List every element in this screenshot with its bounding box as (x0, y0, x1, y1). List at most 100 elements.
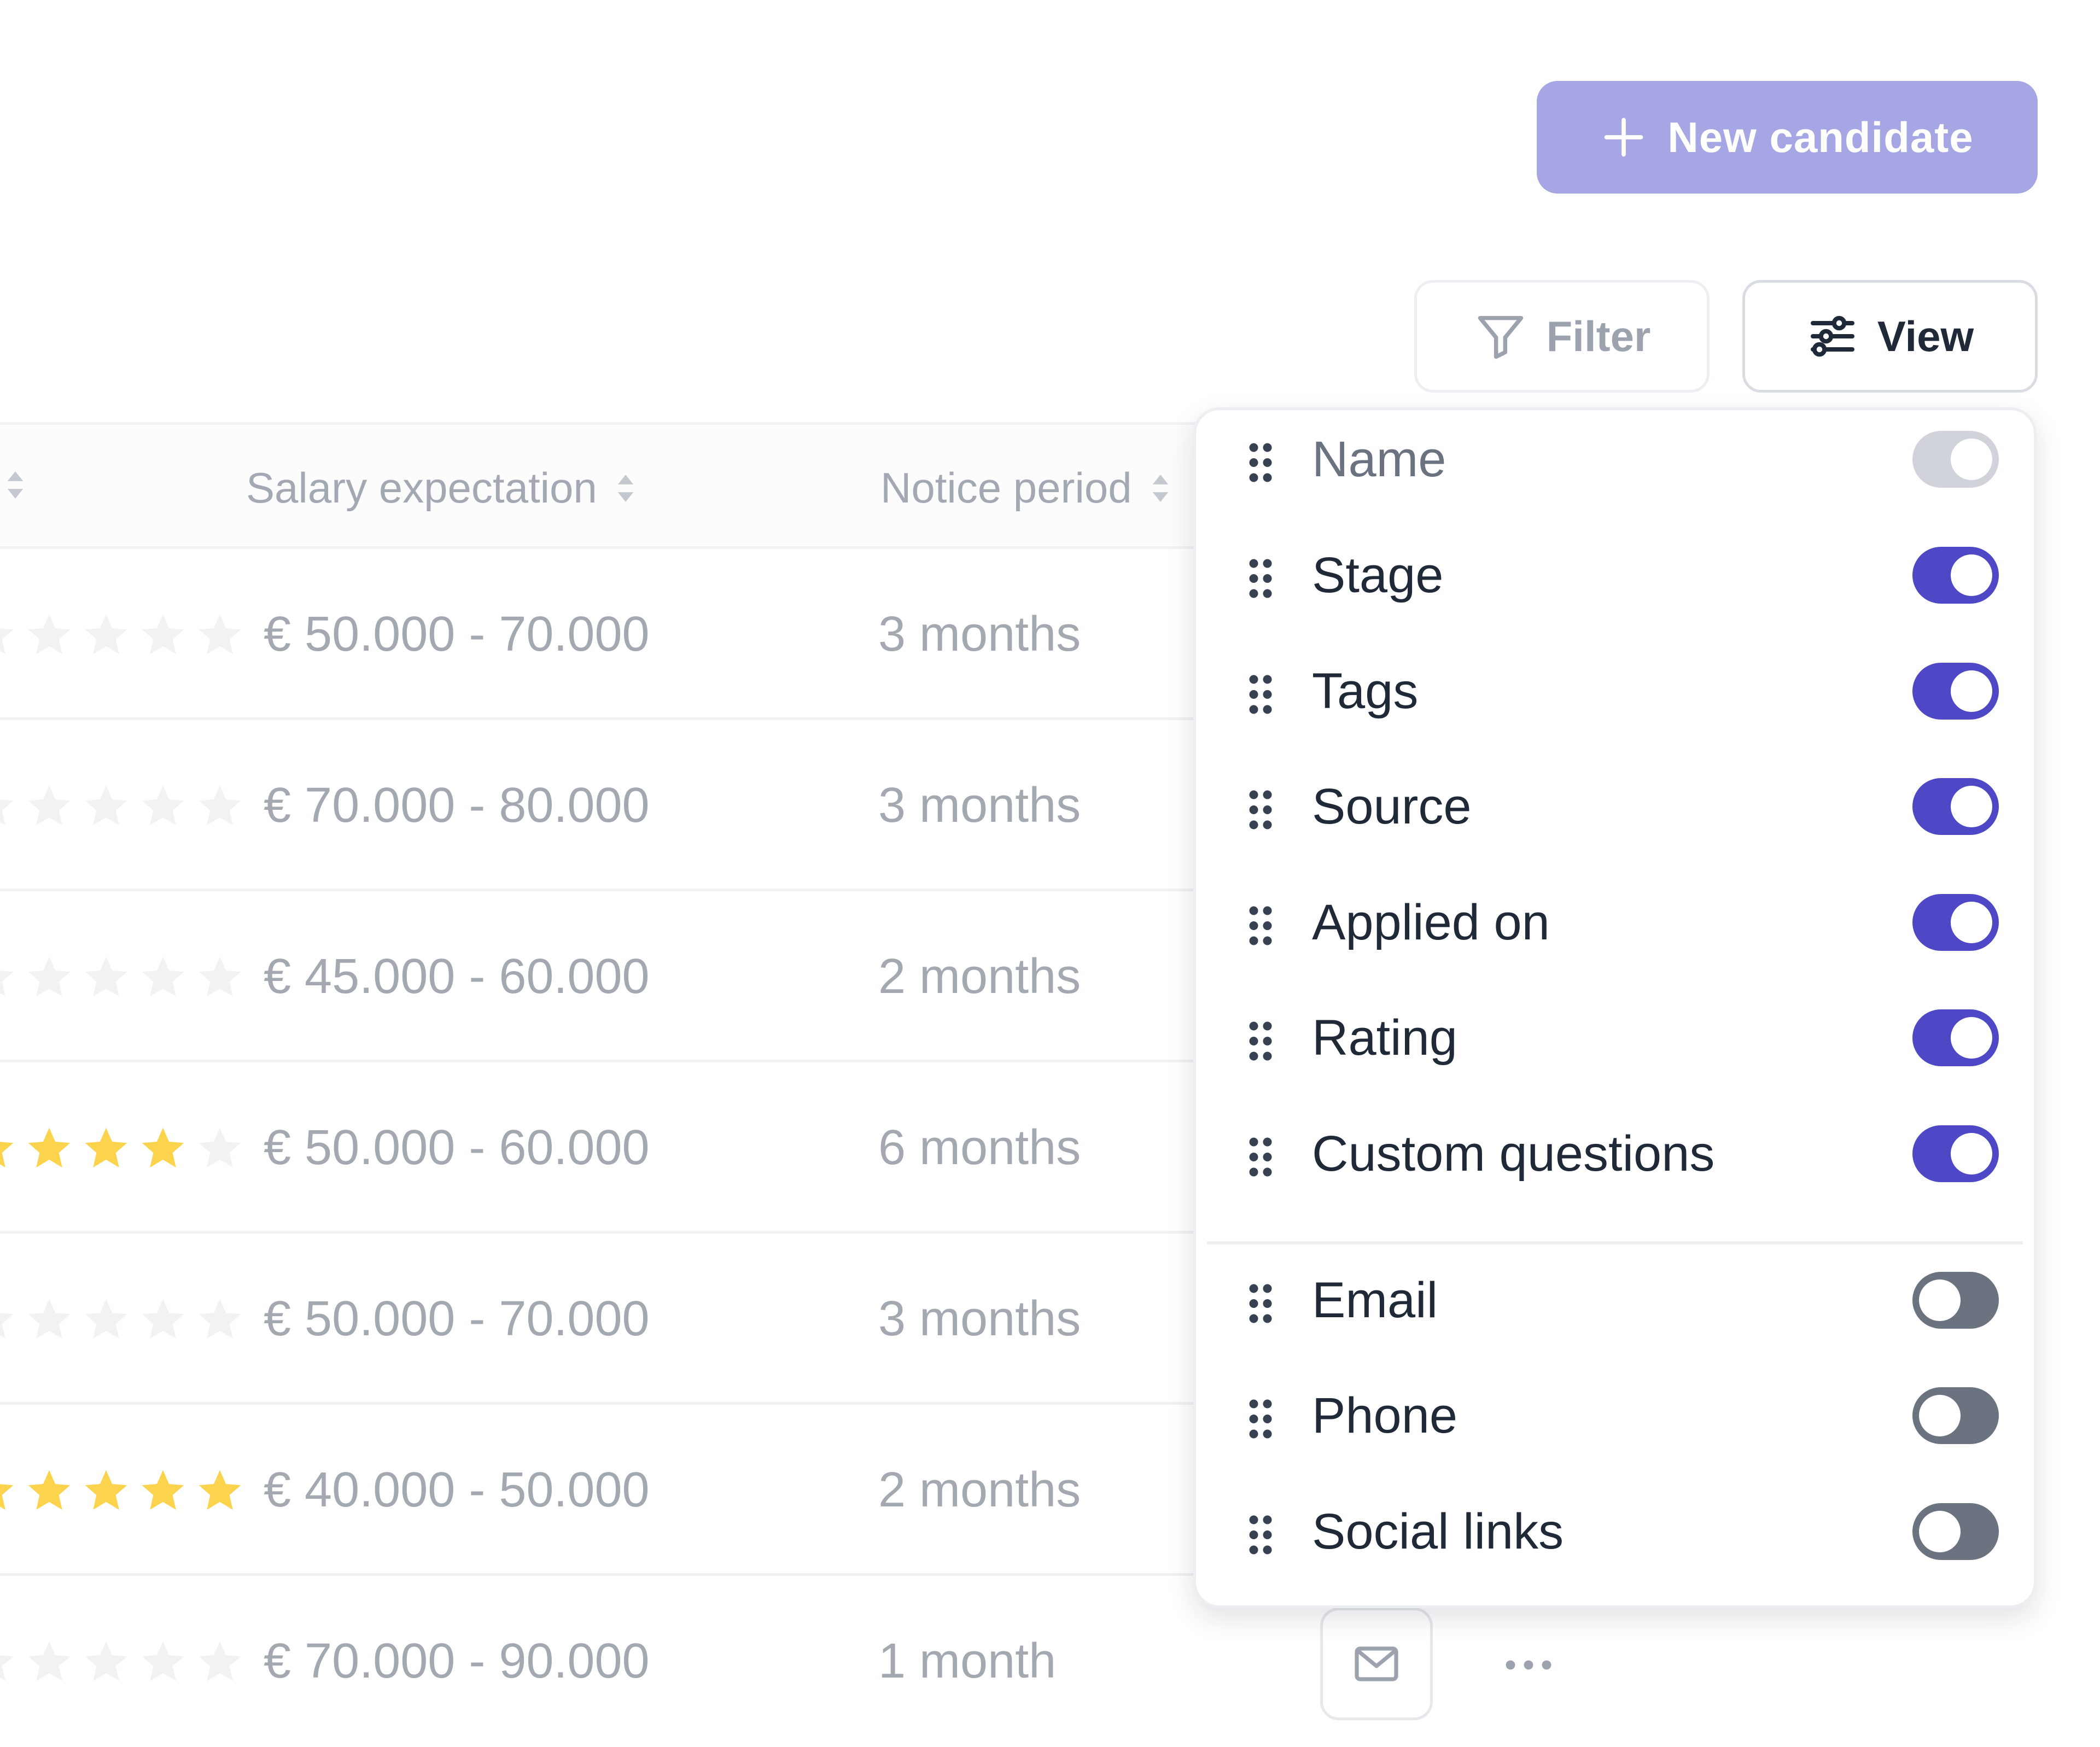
send-email-button[interactable] (1320, 1608, 1433, 1720)
star-icon[interactable] (195, 610, 245, 661)
column-toggle-switch[interactable] (1912, 894, 1999, 951)
toggle-knob (1951, 1017, 1992, 1059)
star-icon[interactable] (195, 1124, 245, 1174)
star-icon[interactable] (138, 1295, 188, 1345)
star-icon[interactable] (81, 1637, 131, 1687)
column-toggle-switch[interactable] (1912, 1387, 1999, 1444)
star-icon[interactable] (0, 953, 18, 1003)
table-row[interactable]: € 50.000 - 70.000 3 months (0, 549, 1312, 720)
star-icon[interactable] (138, 953, 188, 1003)
star-icon[interactable] (0, 781, 18, 832)
table-row[interactable]: € 45.000 - 60.000 2 months (0, 891, 1312, 1062)
column-toggle-name[interactable]: Name (1196, 414, 2034, 502)
drag-handle-icon[interactable] (1246, 788, 1275, 834)
new-candidate-button[interactable]: New candidate (1537, 81, 2038, 194)
toggle-knob (1951, 1133, 1992, 1175)
rating-stars[interactable] (0, 953, 245, 1003)
drag-handle-icon[interactable] (1246, 673, 1275, 719)
star-icon[interactable] (24, 1637, 74, 1687)
table-row[interactable]: € 40.000 - 50.000 2 months (0, 1405, 1312, 1576)
drag-handle-icon[interactable] (1246, 904, 1275, 950)
menu-divider (1207, 1241, 2023, 1244)
star-icon[interactable] (0, 1295, 18, 1345)
rating-stars[interactable] (0, 1466, 245, 1516)
column-toggle-social-links[interactable]: Social links (1196, 1487, 2034, 1574)
drag-handle-icon[interactable] (1246, 441, 1275, 487)
salary-cell: € 70.000 - 80.000 (264, 778, 650, 833)
star-icon[interactable] (138, 1124, 188, 1174)
star-icon[interactable] (195, 953, 245, 1003)
column-header-notice-period[interactable]: Notice period (880, 463, 1172, 513)
drag-handle-icon[interactable] (1246, 1282, 1275, 1328)
star-icon[interactable] (138, 610, 188, 661)
drag-handle-icon[interactable] (1246, 557, 1275, 603)
column-toggle-switch[interactable] (1912, 1009, 1999, 1066)
column-toggle-switch[interactable] (1912, 547, 1999, 604)
column-toggle-tags[interactable]: Tags (1196, 646, 2034, 734)
notice-period-cell: 2 months (878, 949, 1081, 1004)
column-toggle-email[interactable]: Email (1196, 1255, 2034, 1343)
star-icon[interactable] (0, 1466, 18, 1516)
star-icon[interactable] (195, 1466, 245, 1516)
filter-button[interactable]: Filter (1414, 280, 1710, 393)
star-icon[interactable] (81, 610, 131, 661)
drag-handle-icon[interactable] (1246, 1397, 1275, 1444)
drag-handle-icon[interactable] (1246, 1135, 1275, 1182)
star-icon[interactable] (24, 953, 74, 1003)
star-icon[interactable] (24, 610, 74, 661)
column-toggle-stage[interactable]: Stage (1196, 530, 2034, 618)
star-icon[interactable] (0, 610, 18, 661)
more-actions-button[interactable] (1498, 1640, 1559, 1690)
drag-handle-icon[interactable] (1246, 1019, 1275, 1066)
table-row[interactable]: € 70.000 - 90.000 1 month (0, 1576, 1312, 1747)
rating-stars[interactable] (0, 1124, 245, 1174)
star-icon[interactable] (195, 1637, 245, 1687)
table-row[interactable]: € 50.000 - 60.000 6 months (0, 1062, 1312, 1234)
column-toggle-phone[interactable]: Phone (1196, 1371, 2034, 1458)
column-toggle-switch[interactable] (1912, 1272, 1999, 1329)
view-label: View (1877, 312, 1974, 360)
column-toggle-switch[interactable] (1912, 663, 1999, 720)
column-toggle-applied-on[interactable]: Applied on (1196, 878, 2034, 965)
star-icon[interactable] (24, 781, 74, 832)
star-icon[interactable] (81, 1124, 131, 1174)
sort-icon[interactable] (3, 468, 27, 503)
star-icon[interactable] (24, 1295, 74, 1345)
sliders-icon (1810, 315, 1854, 357)
star-icon[interactable] (138, 1637, 188, 1687)
table-row[interactable]: € 50.000 - 70.000 3 months (0, 1234, 1312, 1405)
star-icon[interactable] (81, 1295, 131, 1345)
sort-icon (1152, 474, 1168, 502)
column-toggle-switch[interactable] (1912, 1503, 1999, 1560)
star-icon[interactable] (0, 1637, 18, 1687)
star-icon[interactable] (0, 1124, 18, 1174)
column-toggle-label: Source (1312, 779, 1472, 834)
drag-handle-icon[interactable] (1246, 1513, 1275, 1559)
rating-stars[interactable] (0, 610, 245, 661)
new-candidate-label: New candidate (1667, 113, 1974, 161)
rating-stars[interactable] (0, 1295, 245, 1345)
rating-stars[interactable] (0, 781, 245, 832)
column-toggle-switch[interactable] (1912, 1125, 1999, 1182)
column-toggle-source[interactable]: Source (1196, 762, 2034, 849)
star-icon[interactable] (24, 1466, 74, 1516)
column-toggle-switch[interactable] (1912, 778, 1999, 835)
table-row[interactable]: € 70.000 - 80.000 3 months (0, 720, 1312, 891)
notice-period-cell: 3 months (878, 607, 1081, 662)
rating-stars[interactable] (0, 1637, 245, 1687)
star-icon[interactable] (195, 1295, 245, 1345)
star-icon[interactable] (195, 781, 245, 832)
column-toggle-rating[interactable]: Rating (1196, 993, 2034, 1080)
view-button[interactable]: View (1742, 280, 2038, 393)
star-icon[interactable] (24, 1124, 74, 1174)
column-toggle-label: Email (1312, 1272, 1438, 1328)
toggle-knob (1951, 554, 1992, 596)
star-icon[interactable] (81, 1466, 131, 1516)
column-toggle-custom-questions[interactable]: Custom questions (1196, 1109, 2034, 1196)
star-icon[interactable] (138, 781, 188, 832)
star-icon[interactable] (138, 1466, 188, 1516)
star-icon[interactable] (81, 781, 131, 832)
column-header-salary-expectation[interactable]: Salary expectation (246, 463, 638, 513)
star-icon[interactable] (81, 953, 131, 1003)
notice-period-cell: 6 months (878, 1120, 1081, 1175)
